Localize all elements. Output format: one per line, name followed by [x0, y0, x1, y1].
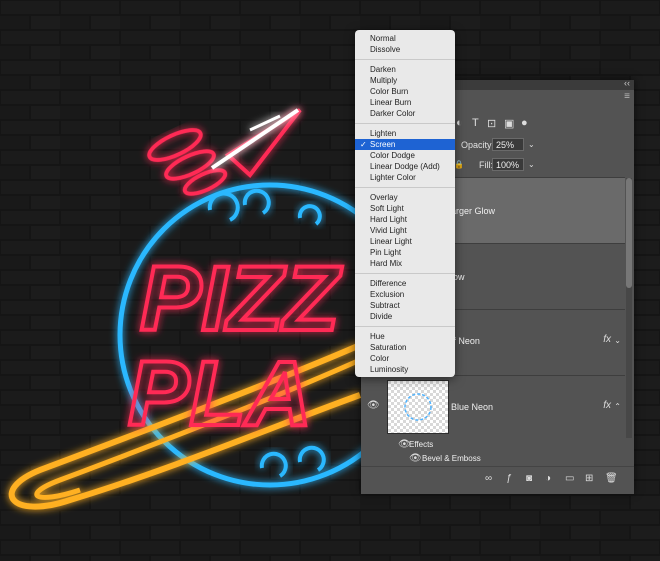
fx-icon[interactable]: fx [603, 400, 611, 411]
new-layer-icon[interactable]: ⊞ [585, 473, 593, 484]
smart-object-filter-icon[interactable]: ▣ [504, 117, 514, 130]
blend-option-normal[interactable]: Normal [355, 33, 455, 44]
blend-option-vivid-light[interactable]: Vivid Light [355, 225, 455, 236]
panel-bottom-bar: ∞ ƒ ◙ ◑ ▭ ⊞ 🗑 [361, 466, 634, 494]
fill-label: Fill: [479, 160, 493, 170]
add-mask-icon[interactable]: ◙ [526, 473, 532, 484]
layer-name: ff Neon [451, 336, 480, 346]
collapse-icon[interactable]: ‹‹ [624, 78, 630, 88]
blend-option-hard-mix[interactable]: Hard Mix [355, 258, 455, 269]
chevron-down-icon[interactable]: ⌄ [614, 336, 621, 345]
menu-separator [355, 326, 455, 327]
menu-separator [355, 59, 455, 60]
fill-input[interactable]: 100% [492, 158, 524, 171]
panel-menu-icon[interactable]: ≡ [624, 92, 630, 102]
add-style-icon[interactable]: ƒ [506, 473, 512, 484]
blend-option-color[interactable]: Color [355, 353, 455, 364]
blend-option-dissolve[interactable]: Dissolve [355, 44, 455, 55]
blend-option-lighten[interactable]: Lighten [355, 128, 455, 139]
lock-icon[interactable]: 🔒 [454, 160, 464, 169]
shape-filter-icon[interactable]: ⊡ [487, 117, 496, 130]
chevron-down-icon[interactable]: ⌄ [528, 140, 535, 149]
checkmark-icon: ✓ [360, 140, 367, 149]
menu-separator [355, 123, 455, 124]
menu-separator [355, 187, 455, 188]
blend-option-multiply[interactable]: Multiply [355, 75, 455, 86]
scrollbar-thumb[interactable] [626, 178, 632, 288]
fx-icon[interactable]: fx [603, 334, 611, 345]
blend-option-pin-light[interactable]: Pin Light [355, 247, 455, 258]
blend-option-saturation[interactable]: Saturation [355, 342, 455, 353]
layer-thumbnail [387, 380, 449, 434]
chevron-down-icon[interactable]: ⌄ [528, 160, 535, 169]
effect-item[interactable]: Bevel & Emboss [422, 454, 481, 463]
blend-option-linear-light[interactable]: Linear Light [355, 236, 455, 247]
thumbnail-ring-icon [404, 393, 432, 421]
adjustment-layer-icon[interactable]: ◑ [545, 473, 551, 484]
blend-option-color-burn[interactable]: Color Burn [355, 86, 455, 97]
blend-option-hard-light[interactable]: Hard Light [355, 214, 455, 225]
type-filter-icon[interactable]: T [472, 117, 479, 129]
blend-option-linear-dodge-add[interactable]: Linear Dodge (Add) [355, 161, 455, 172]
chevron-up-icon[interactable]: ⌃ [614, 402, 621, 411]
blend-option-lighter-color[interactable]: Lighter Color [355, 172, 455, 183]
menu-separator [355, 273, 455, 274]
blend-option-hue[interactable]: Hue [355, 331, 455, 342]
blend-option-darker-color[interactable]: Darker Color [355, 108, 455, 119]
link-layers-icon[interactable]: ∞ [485, 473, 492, 484]
new-group-icon[interactable]: ▭ [565, 473, 574, 484]
blend-option-difference[interactable]: Difference [355, 278, 455, 289]
blend-option-exclusion[interactable]: Exclusion [355, 289, 455, 300]
visibility-eye-icon[interactable]: 👁 [367, 400, 380, 411]
opacity-label: Opacity: [461, 140, 495, 150]
opacity-input[interactable]: 25% [492, 138, 524, 151]
layer-name: Blue Neon [451, 402, 494, 412]
filter-toggle-icon[interactable]: ● [521, 117, 528, 129]
blend-option-label: Screen [370, 140, 396, 149]
blend-option-soft-light[interactable]: Soft Light [355, 203, 455, 214]
blend-option-overlay[interactable]: Overlay [355, 192, 455, 203]
blend-option-linear-burn[interactable]: Linear Burn [355, 97, 455, 108]
blend-option-subtract[interactable]: Subtract [355, 300, 455, 311]
neon-text-line1: PIZZ [140, 248, 343, 350]
trash-icon[interactable]: 🗑 [605, 473, 618, 484]
layer-name: arger Glow [451, 206, 496, 216]
effects-label: Effects [409, 440, 434, 449]
blend-mode-menu: Normal Dissolve Darken Multiply Color Burn Li… [355, 30, 455, 377]
blend-option-screen[interactable]: ✓ Screen [355, 139, 455, 150]
blend-option-color-dodge[interactable]: Color Dodge [355, 150, 455, 161]
layer-row[interactable]: 👁 Blue Neon fx ⌃ [361, 375, 625, 436]
blend-option-luminosity[interactable]: Luminosity [355, 364, 455, 375]
adjustment-filter-icon[interactable]: ◐ [456, 117, 463, 129]
neon-text-line2: PLA [128, 343, 312, 445]
blend-option-divide[interactable]: Divide [355, 311, 455, 322]
blend-option-darken[interactable]: Darken [355, 64, 455, 75]
effect-eye-icon[interactable]: 👁 [409, 453, 422, 464]
